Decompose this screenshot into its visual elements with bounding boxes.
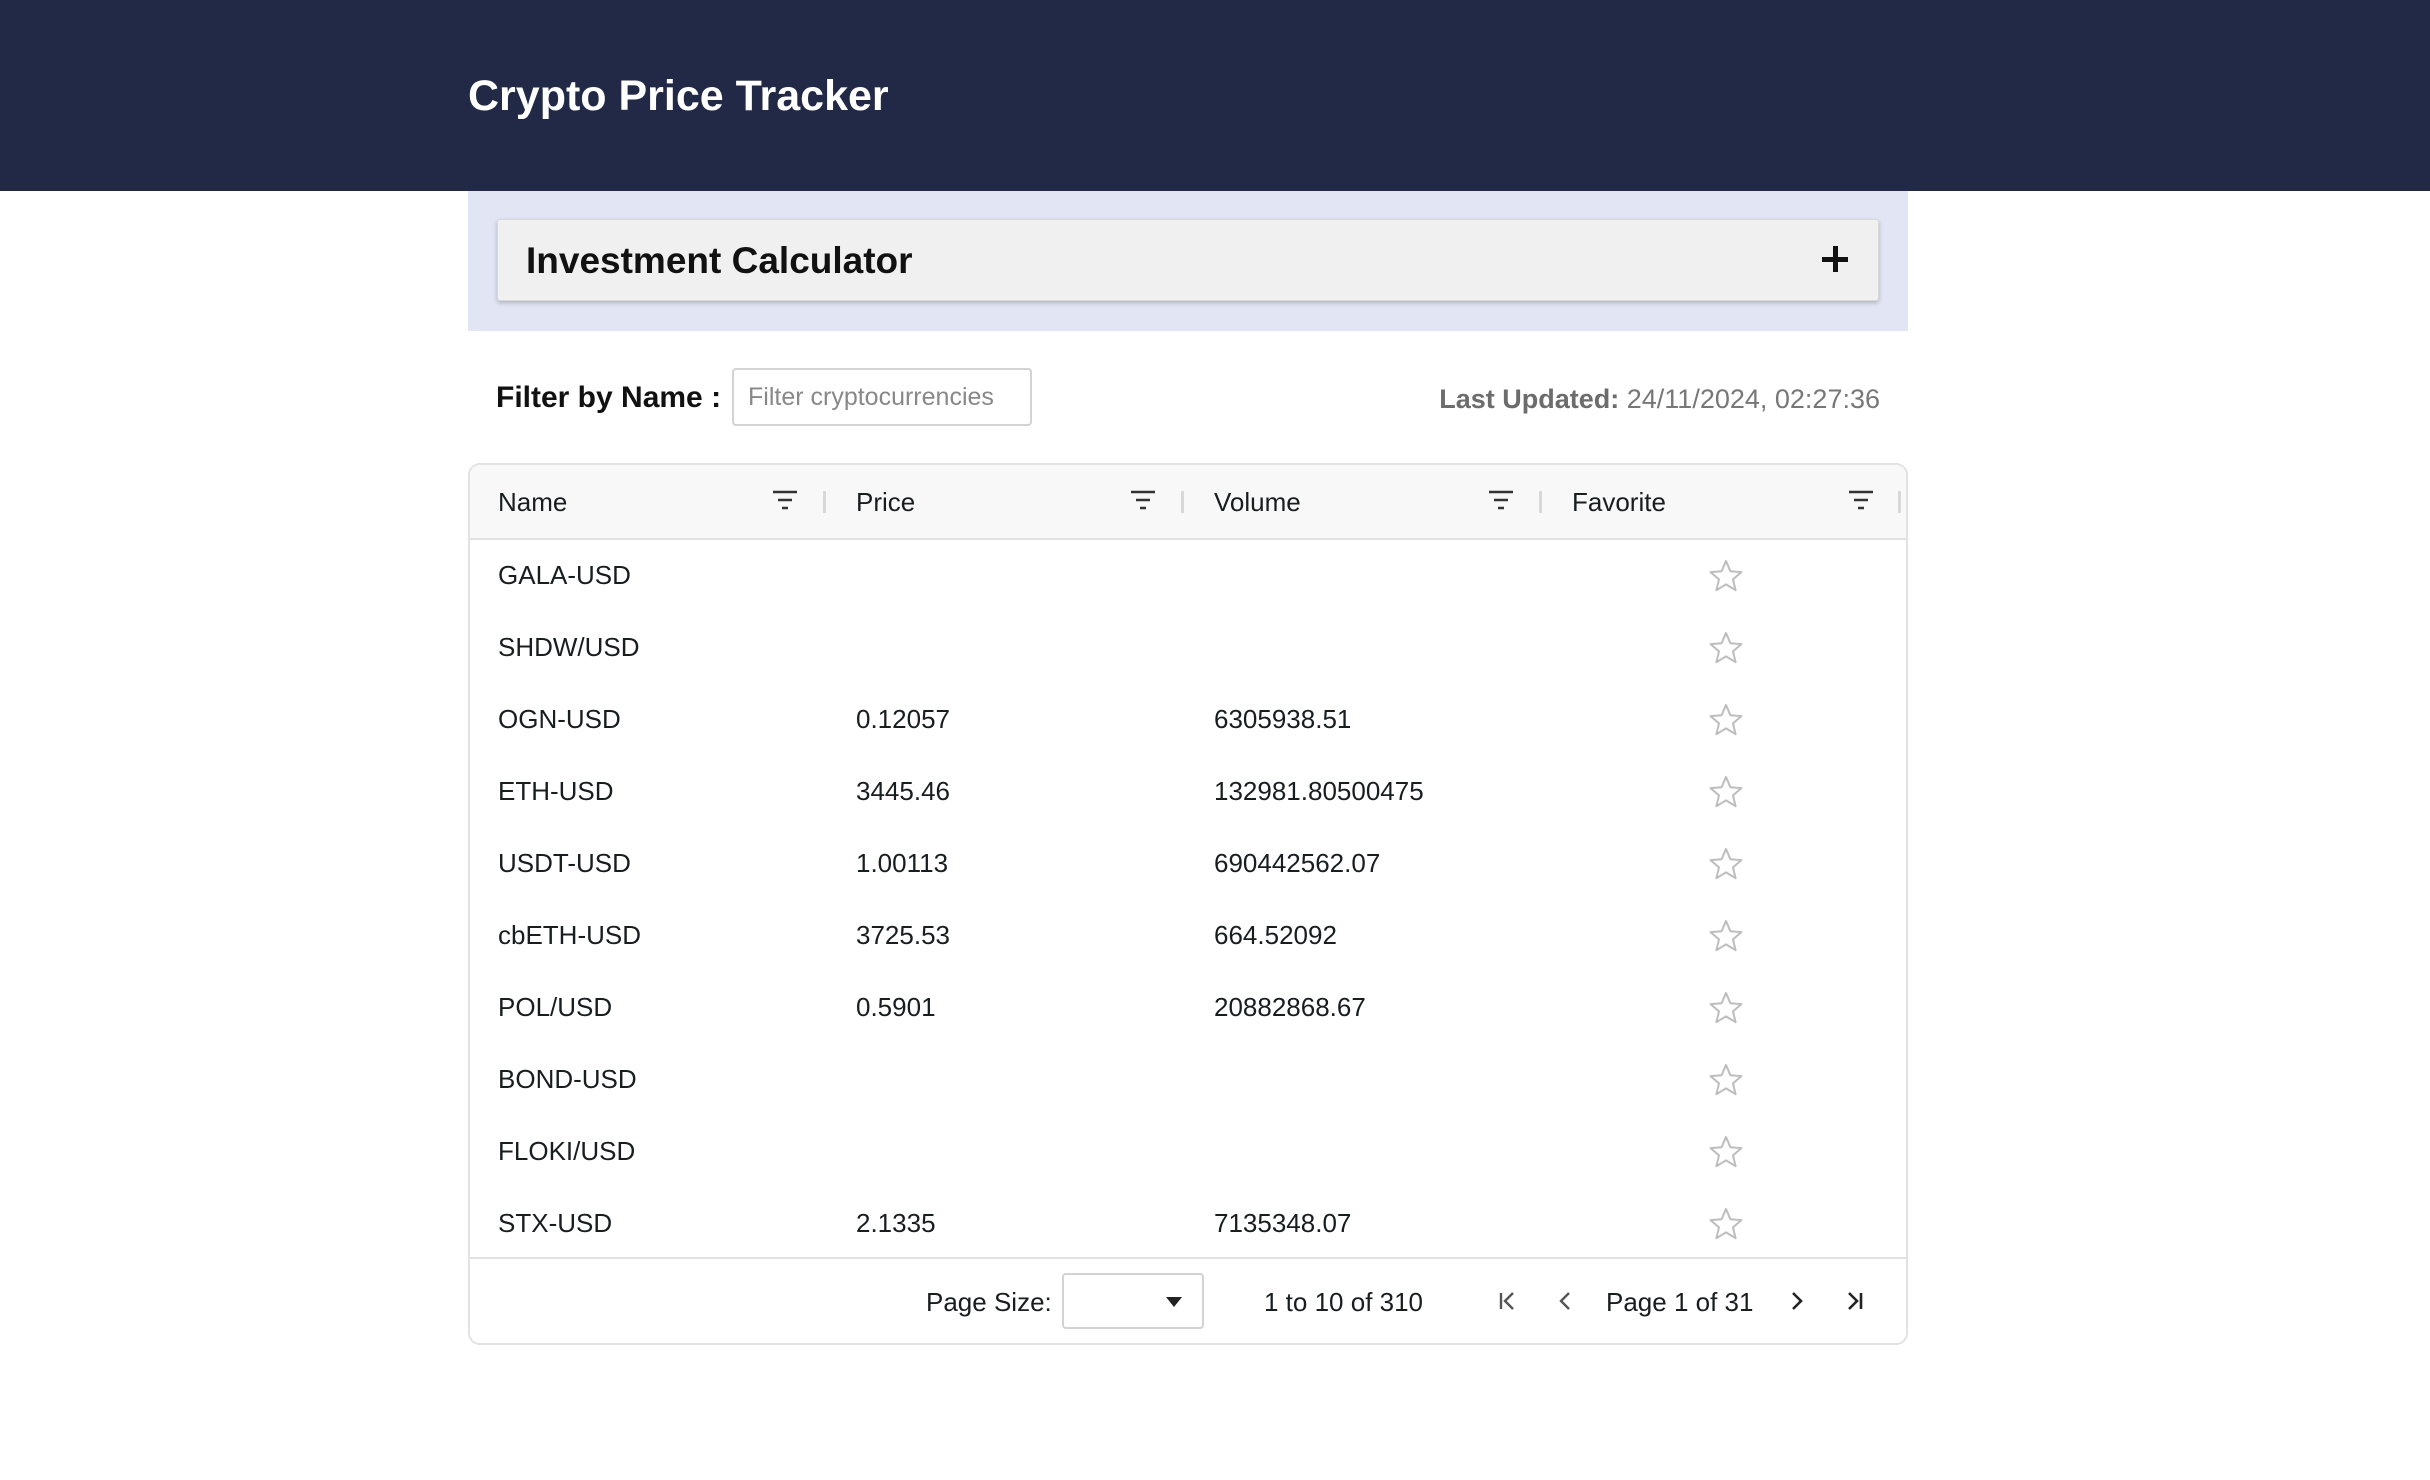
column-header-volume[interactable]: Volume xyxy=(1186,465,1544,538)
page-size-select[interactable] xyxy=(1062,1273,1204,1329)
column-header-label: Favorite xyxy=(1572,487,1666,517)
column-resize-handle[interactable] xyxy=(1539,491,1542,513)
table-row[interactable]: ETH-USD 3445.46 132981.80500475 xyxy=(470,756,1906,830)
cell-volume: 20882868.67 xyxy=(1214,992,1366,1022)
chevron-down-icon xyxy=(1166,1297,1182,1307)
column-resize-handle[interactable] xyxy=(823,491,826,513)
favorite-star-icon[interactable] xyxy=(1708,990,1744,1026)
filter-input[interactable] xyxy=(732,368,1032,426)
cell-name: GALA-USD xyxy=(498,560,631,590)
calculator-title: Investment Calculator xyxy=(526,240,913,281)
cell-name: ETH-USD xyxy=(498,776,614,806)
page-size-label: Page Size: xyxy=(926,1287,1052,1317)
column-header-price[interactable]: Price xyxy=(828,465,1186,538)
favorite-star-icon[interactable] xyxy=(1708,774,1744,810)
cell-price: 3445.46 xyxy=(856,776,950,806)
last-page-icon[interactable] xyxy=(1838,1285,1870,1317)
first-page-icon[interactable] xyxy=(1492,1285,1524,1317)
investment-calculator-toggle[interactable]: Investment Calculator xyxy=(497,219,1879,301)
favorite-star-icon[interactable] xyxy=(1708,918,1744,954)
cell-name: SHDW/USD xyxy=(498,632,640,662)
calculator-section: Investment Calculator xyxy=(468,191,1908,331)
cell-name: USDT-USD xyxy=(498,848,631,878)
last-updated: Last Updated: 24/11/2024, 02:27:36 xyxy=(1439,383,1880,415)
favorite-star-icon[interactable] xyxy=(1708,1062,1744,1098)
next-page-icon[interactable] xyxy=(1780,1285,1812,1317)
plus-icon[interactable] xyxy=(1820,244,1850,274)
cell-volume: 7135348.07 xyxy=(1214,1208,1352,1238)
app-header: Crypto Price Tracker xyxy=(0,0,2430,191)
cell-name: POL/USD xyxy=(498,992,613,1022)
filter-menu-icon[interactable] xyxy=(1848,489,1874,511)
table-row[interactable]: BOND-USD xyxy=(470,1044,1906,1118)
cell-price: 3725.53 xyxy=(856,920,950,950)
cell-volume: 6305938.51 xyxy=(1214,704,1352,734)
table-row[interactable]: cbETH-USD 3725.53 664.52092 xyxy=(470,900,1906,974)
cell-price: 1.00113 xyxy=(856,848,949,878)
cell-volume: 664.52092 xyxy=(1214,920,1337,950)
filter-menu-icon[interactable] xyxy=(1130,489,1156,511)
row-summary: 1 to 10 of 310 xyxy=(1264,1287,1424,1317)
last-updated-value: 24/11/2024, 02:27:36 xyxy=(1626,384,1880,414)
cell-name: BOND-USD xyxy=(498,1064,637,1094)
favorite-star-icon[interactable] xyxy=(1708,846,1744,882)
previous-page-icon[interactable] xyxy=(1550,1285,1582,1317)
column-resize-handle[interactable] xyxy=(1181,491,1184,513)
table-row[interactable]: SHDW/USD xyxy=(470,612,1906,686)
column-header-favorite[interactable]: Favorite xyxy=(1544,465,1906,538)
last-updated-label: Last Updated: xyxy=(1439,384,1620,414)
cell-volume: 132981.80500475 xyxy=(1214,776,1424,806)
table-row[interactable]: STX-USD 2.1335 7135348.07 xyxy=(470,1188,1906,1262)
favorite-star-icon[interactable] xyxy=(1708,702,1744,738)
filter-label: Filter by Name : xyxy=(496,381,722,414)
favorite-star-icon[interactable] xyxy=(1708,1206,1744,1242)
cell-price: 0.5901 xyxy=(856,992,936,1022)
favorite-star-icon[interactable] xyxy=(1708,630,1744,666)
column-resize-handle[interactable] xyxy=(1898,491,1901,513)
table-row[interactable]: FLOKI/USD xyxy=(470,1116,1906,1190)
column-header-label: Price xyxy=(856,487,916,517)
column-header-label: Name xyxy=(498,487,568,517)
page-indicator: Page 1 of 31 xyxy=(1606,1287,1754,1317)
cell-name: FLOKI/USD xyxy=(498,1136,636,1166)
table-header: Name Price Volume Favorite xyxy=(470,465,1906,540)
filter-menu-icon[interactable] xyxy=(772,489,798,511)
pagination-panel: Page Size: 1 to 10 of 310 Page 1 of 31 xyxy=(470,1257,1906,1343)
favorite-star-icon[interactable] xyxy=(1708,558,1744,594)
cell-volume: 690442562.07 xyxy=(1214,848,1381,878)
cell-name: STX-USD xyxy=(498,1208,613,1238)
app-title: Crypto Price Tracker xyxy=(468,72,889,120)
table-row[interactable]: POL/USD 0.5901 20882868.67 xyxy=(470,972,1906,1046)
favorite-star-icon[interactable] xyxy=(1708,1134,1744,1170)
table-row[interactable]: GALA-USD xyxy=(470,540,1906,614)
crypto-table: Name Price Volume Favorite GALA-USD SHDW… xyxy=(468,463,1908,1345)
filter-menu-icon[interactable] xyxy=(1488,489,1514,511)
cell-price: 2.1335 xyxy=(856,1208,936,1238)
column-header-label: Volume xyxy=(1214,487,1301,517)
cell-name: OGN-USD xyxy=(498,704,621,734)
cell-price: 0.12057 xyxy=(856,704,950,734)
column-header-name[interactable]: Name xyxy=(470,465,828,538)
table-row[interactable]: OGN-USD 0.12057 6305938.51 xyxy=(470,684,1906,758)
cell-name: cbETH-USD xyxy=(498,920,642,950)
table-row[interactable]: USDT-USD 1.00113 690442562.07 xyxy=(470,828,1906,902)
